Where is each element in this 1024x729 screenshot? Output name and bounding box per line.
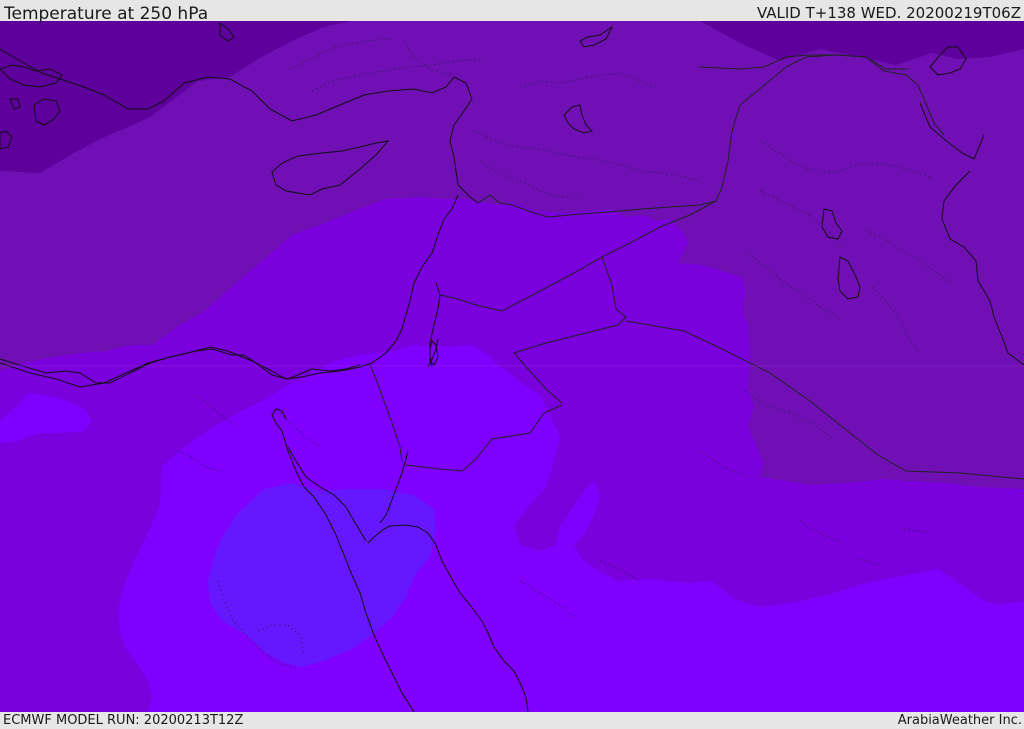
weather-map-frame: Temperature at 250 hPa VALID T+138 WED. … bbox=[0, 0, 1024, 729]
model-run-label: ECMWF MODEL RUN: 20200213T12Z bbox=[3, 713, 244, 728]
temperature-map bbox=[0, 21, 1024, 712]
valid-time-label: VALID T+138 WED. 20200219T06Z bbox=[756, 4, 1021, 22]
provider-label: ArabiaWeather Inc. bbox=[897, 713, 1022, 728]
map-area bbox=[0, 21, 1024, 712]
map-title: Temperature at 250 hPa bbox=[4, 4, 209, 24]
footer-bar: ECMWF MODEL RUN: 20200213T12Z ArabiaWeat… bbox=[0, 712, 1024, 729]
header-bar: Temperature at 250 hPa VALID T+138 WED. … bbox=[0, 0, 1024, 24]
